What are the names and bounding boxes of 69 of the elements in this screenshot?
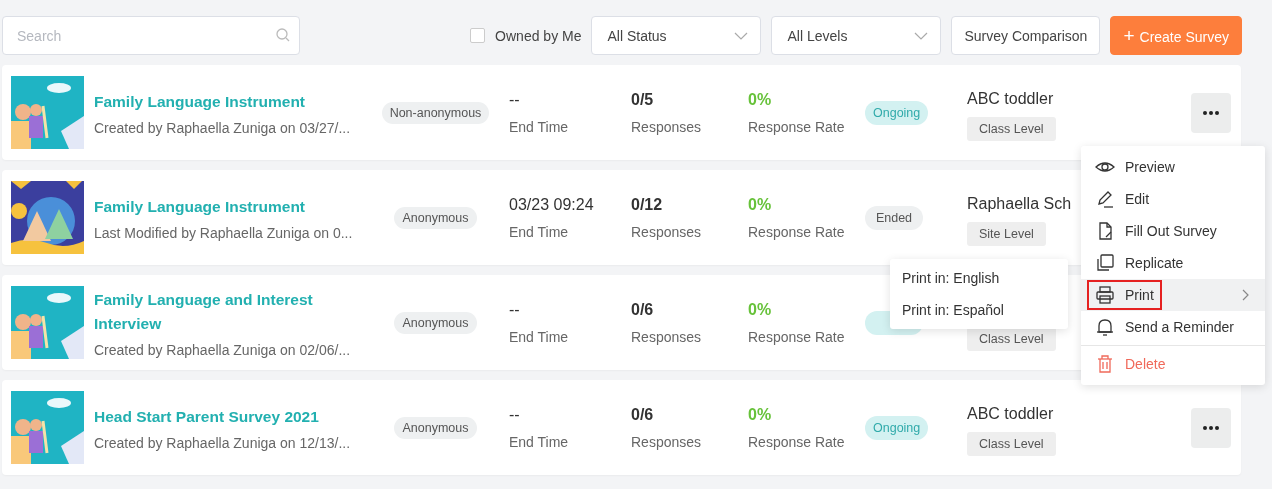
- checkbox[interactable]: [470, 28, 486, 43]
- rate-value: 0%: [748, 90, 773, 110]
- status-badge: Ongoing: [865, 100, 929, 125]
- end-time-value: --: [509, 90, 521, 110]
- responses-value: 0/12: [631, 195, 664, 215]
- chevron-right-icon: [1242, 289, 1249, 301]
- rate-label: Response Rate: [748, 329, 846, 345]
- menu-item[interactable]: Print: [1081, 279, 1265, 311]
- responses-value: 0/6: [631, 300, 655, 320]
- compare-button[interactable]: Survey Comparison: [951, 16, 1101, 55]
- end-time-value: 03/23 09:24: [509, 195, 595, 215]
- level-tag: Site Level: [967, 222, 1046, 246]
- end-time-label: End Time: [509, 224, 570, 240]
- menu-item[interactable]: Edit: [1081, 183, 1265, 215]
- responses-label: Responses: [631, 434, 703, 450]
- anonymity-tag: Non-anonymous: [381, 101, 490, 124]
- end-time-label: End Time: [509, 329, 570, 345]
- responses-value: 0/6: [631, 405, 655, 425]
- anonymity-tag: Anonymous: [394, 206, 477, 229]
- responses-label: Responses: [631, 329, 703, 345]
- chevron-down-icon: [914, 31, 929, 40]
- menu-item[interactable]: Send a Reminder: [1081, 311, 1265, 343]
- copy-icon: [1095, 253, 1115, 273]
- rate-label: Response Rate: [748, 434, 846, 450]
- pencil-icon: [1095, 189, 1115, 209]
- search-field[interactable]: Search: [2, 16, 300, 55]
- anonymity-tag: Anonymous: [394, 416, 477, 439]
- more-icon: [1203, 110, 1219, 115]
- filter-dropdown[interactable]: All Status: [591, 16, 762, 55]
- class-name: Raphaella Sch: [967, 194, 1072, 214]
- menu-item[interactable]: Replicate: [1081, 247, 1265, 279]
- checkbox-label: Owned by Me: [495, 27, 582, 44]
- level-tag: Class Level: [967, 117, 1056, 141]
- level-tag: Class Level: [967, 432, 1056, 456]
- end-time-label: End Time: [509, 434, 570, 450]
- filter-dropdown[interactable]: All Levels: [771, 16, 942, 55]
- rate-value: 0%: [748, 405, 773, 425]
- class-name: ABC toddler: [967, 404, 1054, 424]
- search-icon: [276, 28, 290, 42]
- survey-meta: Created by Raphaella Zuniga on 12/13/...: [94, 434, 352, 451]
- end-time-value: --: [509, 300, 521, 320]
- end-time-label: End Time: [509, 119, 570, 135]
- responses-value: 0/5: [631, 90, 655, 110]
- responses-label: Responses: [631, 119, 703, 135]
- submenu-item[interactable]: Print in: Español: [890, 294, 1068, 326]
- anonymity-tag: Anonymous: [394, 311, 477, 334]
- trash-icon: [1095, 354, 1115, 374]
- printer-icon: [1095, 285, 1115, 305]
- bell-icon: [1095, 317, 1115, 337]
- survey-meta: Created by Raphaella Zuniga on 03/27/...: [94, 119, 352, 136]
- menu-item[interactable]: Fill Out Survey: [1081, 215, 1265, 247]
- more-button[interactable]: [1191, 92, 1231, 133]
- rate-label: Response Rate: [748, 224, 846, 240]
- chevron-down-icon: [734, 31, 749, 40]
- status-badge: Ended: [865, 205, 923, 230]
- rate-value: 0%: [748, 300, 773, 320]
- submenu-item[interactable]: Print in: English: [890, 262, 1068, 294]
- rate-value: 0%: [748, 195, 773, 215]
- menu-item[interactable]: Preview: [1081, 151, 1265, 183]
- status-badge: Ongoing: [865, 415, 929, 440]
- rate-label: Response Rate: [748, 119, 846, 135]
- survey-meta: Created by Raphaella Zuniga on 02/06/...: [94, 341, 352, 358]
- responses-label: Responses: [631, 224, 703, 240]
- level-tag: Class Level: [967, 327, 1056, 351]
- survey-meta: Last Modified by Raphaella Zuniga on 0...: [94, 224, 354, 241]
- more-button[interactable]: [1191, 407, 1231, 448]
- end-time-value: --: [509, 405, 521, 425]
- class-name: ABC toddler: [967, 89, 1054, 109]
- more-icon: [1203, 425, 1219, 430]
